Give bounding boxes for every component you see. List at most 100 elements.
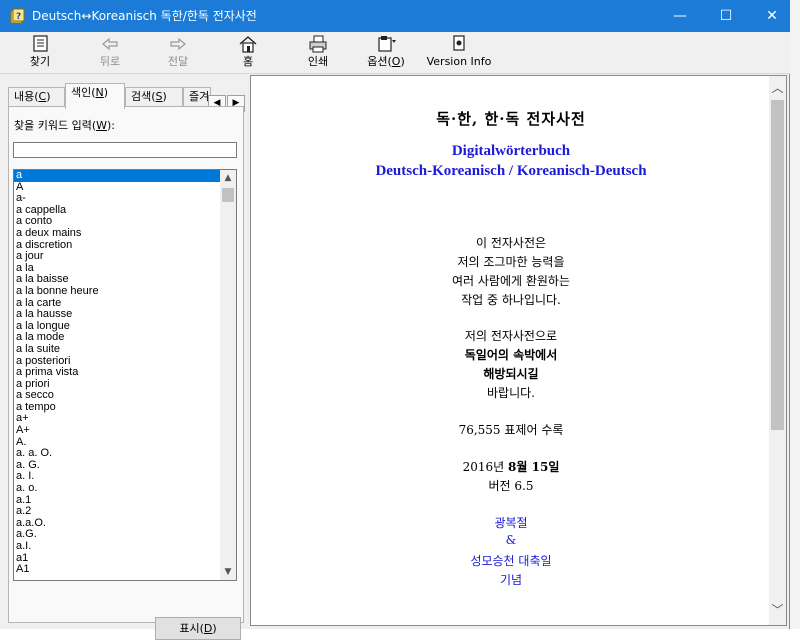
- title-bar[interactable]: ? Deutsch↔Koreanisch 독한/한독 전자사전 — ☐ ✕: [0, 0, 790, 32]
- keyword-item[interactable]: a+: [14, 413, 220, 425]
- back-arrow-icon: [102, 37, 118, 51]
- scroll-thumb[interactable]: [222, 188, 234, 202]
- dedication-line: &: [505, 533, 517, 547]
- topic-content: 독·한, 한·독 전자사전 Digitalwörterbuch Deutsch-…: [251, 76, 771, 625]
- dedication-line: 광복절: [494, 516, 528, 530]
- keyword-item[interactable]: a la longue: [14, 321, 220, 333]
- german-title: Digitalwörterbuch: [451, 143, 571, 159]
- home-label: 홈: [242, 55, 254, 68]
- help-book-icon: ?: [10, 8, 25, 24]
- options-button[interactable]: 옵션(O): [362, 34, 410, 72]
- info-document-icon: [453, 35, 465, 51]
- keyword-item[interactable]: A+: [14, 425, 220, 437]
- keyword-item[interactable]: a posteriori: [14, 356, 220, 368]
- scroll-thumb[interactable]: [771, 100, 784, 430]
- wish-line: 해방되시길: [483, 367, 539, 381]
- keyword-item[interactable]: a la hausse: [14, 309, 220, 321]
- topic-pane: 독·한, 한·독 전자사전 Digitalwörterbuch Deutsch-…: [250, 75, 787, 626]
- find-button[interactable]: 찾기: [22, 34, 58, 72]
- keyword-item[interactable]: A1: [14, 564, 220, 576]
- background-window-edge: [790, 0, 800, 629]
- find-icon: [33, 35, 48, 52]
- keyword-item[interactable]: a la mode: [14, 332, 220, 344]
- keyword-item[interactable]: a deux mains: [14, 228, 220, 240]
- svg-text:?: ?: [16, 12, 21, 22]
- home-icon: [239, 36, 257, 53]
- close-button[interactable]: ✕: [749, 0, 795, 32]
- intro-line: 이 전자사전은: [475, 236, 547, 250]
- window-title: Deutsch↔Koreanisch 독한/한독 전자사전: [32, 9, 257, 23]
- keyword-input[interactable]: [13, 142, 237, 158]
- keyword-item[interactable]: a. a. O.: [14, 448, 220, 460]
- help-window: ? Deutsch↔Koreanisch 독한/한독 전자사전 — ☐ ✕ 찾기…: [0, 0, 790, 640]
- print-label: 인쇄: [307, 55, 329, 68]
- tab-favorites[interactable]: 즐겨: [183, 87, 211, 107]
- keyword-item[interactable]: a prima vista: [14, 367, 220, 379]
- keyword-item[interactable]: a la baisse: [14, 274, 220, 286]
- scroll-down-icon[interactable]: ﹀: [769, 602, 786, 619]
- maximize-button[interactable]: ☐: [703, 0, 749, 32]
- intro-line: 여러 사람에게 환원하는: [451, 274, 571, 288]
- scroll-up-icon[interactable]: ︿: [769, 80, 786, 97]
- version-info-button[interactable]: Version Info: [424, 34, 494, 72]
- keyword-item[interactable]: a: [14, 170, 220, 182]
- keyword-item[interactable]: a.a.O.: [14, 518, 220, 530]
- find-label: 찾기: [29, 55, 51, 68]
- release-date: 2016년 8월 15일: [462, 460, 560, 474]
- intro-line: 작업 중 하나입니다.: [461, 293, 561, 307]
- wish-line: 독일어의 속박에서: [464, 348, 558, 362]
- keyword-item[interactable]: a. o.: [14, 483, 220, 495]
- german-subtitle: Deutsch-Koreanisch / Koreanisch-Deutsch: [375, 163, 647, 179]
- scroll-down-icon[interactable]: ▼: [220, 564, 236, 580]
- back-button[interactable]: 뒤로: [92, 34, 128, 72]
- keyword-item[interactable]: a discretion: [14, 240, 220, 252]
- keyword-item[interactable]: a secco: [14, 390, 220, 402]
- wish-line: 저의 전자사전으로: [464, 329, 558, 343]
- keyword-item[interactable]: a tempo: [14, 402, 220, 414]
- keyword-item[interactable]: a conto: [14, 216, 220, 228]
- forward-arrow-icon: [170, 37, 186, 51]
- scroll-up-icon[interactable]: ▲: [220, 170, 236, 186]
- keyword-item[interactable]: a1: [14, 553, 220, 565]
- keyword-item[interactable]: A.: [14, 437, 220, 449]
- back-label: 뒤로: [99, 55, 121, 68]
- keyword-item[interactable]: a-: [14, 193, 220, 205]
- keyword-item[interactable]: a jour: [14, 251, 220, 263]
- keyword-item[interactable]: a cappella: [14, 205, 220, 217]
- entry-count: 76,555 표제어 수록: [458, 423, 564, 437]
- keyword-item[interactable]: A: [14, 182, 220, 194]
- keyword-list[interactable]: a Aa-a cappella a conto a deux mains a discr…: [13, 169, 237, 581]
- index-panel: 찾을 키워드 입력(W): a Aa-a cappella a conto a deu…: [8, 106, 244, 640]
- dedication-line: 기념: [499, 573, 523, 587]
- keyword-item[interactable]: a priori: [14, 379, 220, 391]
- home-button[interactable]: 홈: [230, 34, 266, 72]
- keyword-item[interactable]: a la bonne heure: [14, 286, 220, 298]
- keyword-item[interactable]: a la: [14, 263, 220, 275]
- tab-search[interactable]: 검색(S): [125, 87, 183, 107]
- keyword-item[interactable]: a la suite: [14, 344, 220, 356]
- keyword-item[interactable]: a la carte: [14, 298, 220, 310]
- options-icon: [378, 36, 396, 52]
- version-info-label: Version Info: [426, 55, 492, 68]
- keyword-item[interactable]: a.1: [14, 495, 220, 507]
- keyword-list-scrollbar[interactable]: ▲ ▼: [220, 170, 236, 580]
- wish-line: 바랍니다.: [487, 386, 535, 400]
- keyword-item[interactable]: a.2: [14, 506, 220, 518]
- dictionary-title: 독·한, 한·독 전자사전: [436, 110, 586, 128]
- keyword-item[interactable]: a. I.: [14, 471, 220, 483]
- minimize-button[interactable]: —: [657, 0, 703, 32]
- print-button[interactable]: 인쇄: [300, 34, 336, 72]
- dedication-line: 성모승천 대축일: [470, 554, 552, 568]
- topic-scrollbar[interactable]: ︿ ﹀: [769, 76, 786, 625]
- keyword-item[interactable]: a.G.: [14, 529, 220, 541]
- keyword-item[interactable]: a.I.: [14, 541, 220, 553]
- toolbar: 찾기 뒤로 전달 홈 인쇄 옵션(O) Version Info: [0, 32, 790, 74]
- version-text: 버전 6.5: [488, 479, 534, 493]
- forward-button[interactable]: 전달: [160, 34, 196, 72]
- keyword-items: a Aa-a cappella a conto a deux mains a discr…: [14, 170, 220, 576]
- keyword-item[interactable]: a. G.: [14, 460, 220, 472]
- printer-icon: [309, 35, 327, 53]
- tab-index[interactable]: 색인(N): [65, 83, 125, 109]
- tab-contents[interactable]: 내용(C): [8, 87, 65, 107]
- nav-tabs: 내용(C) 색인(N) 검색(S) 즐겨 ◀ ▶: [8, 83, 248, 112]
